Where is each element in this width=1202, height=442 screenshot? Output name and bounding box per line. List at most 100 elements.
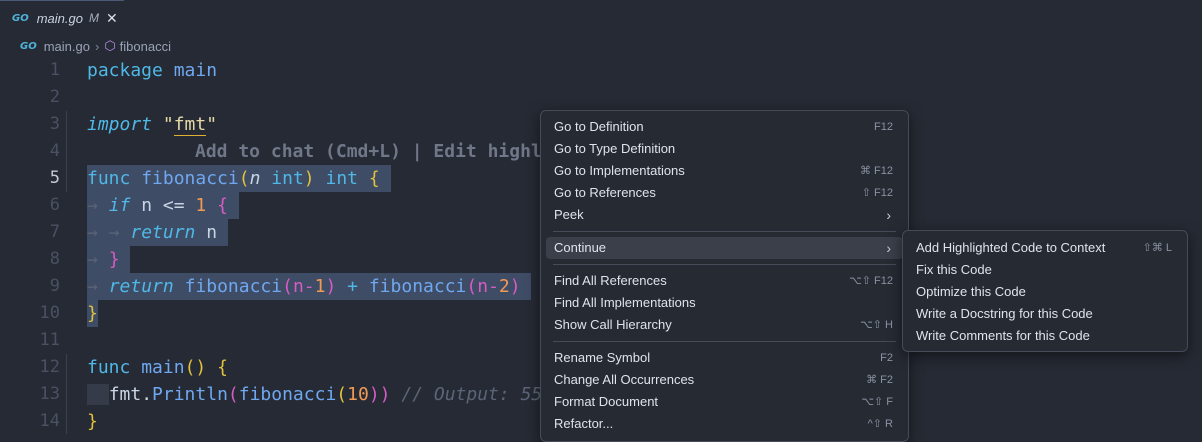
close-icon[interactable]: ✕: [106, 10, 118, 27]
submenu-item-write-comments[interactable]: Write Comments for this Code: [908, 325, 1182, 347]
keyword: import: [87, 114, 153, 135]
return-type: int: [325, 168, 358, 189]
menu-item-go-to-implementations[interactable]: Go to Implementations ⌘ F12: [546, 160, 903, 182]
tab-bar: GO main.go M ✕: [0, 0, 1202, 35]
menu-item-find-all-references[interactable]: Find All References ⌥⇧ F12: [546, 270, 903, 292]
string-quote: ": [206, 114, 218, 135]
line-number: 14: [39, 411, 60, 431]
chevron-right-icon: ›: [94, 38, 100, 54]
string-quote: ": [162, 114, 174, 135]
submenu-item-add-highlighted-code[interactable]: Add Highlighted Code to Context ⇧⌘ L: [908, 237, 1182, 259]
menu-separator: [553, 231, 896, 232]
line-number: 3: [49, 114, 60, 134]
menu-shortcut: ⌘ F12: [859, 165, 893, 177]
menu-item-label: Rename Symbol: [554, 350, 651, 365]
line-number: 10: [39, 303, 60, 323]
number: 2: [498, 276, 510, 297]
breadcrumb-file[interactable]: main.go: [44, 39, 90, 54]
paren: ): [303, 168, 315, 189]
line-number: 6: [49, 195, 60, 215]
submenu-item-fix-code[interactable]: Fix this Code: [908, 259, 1182, 281]
menu-shortcut: ⌥⇧ F12: [849, 275, 893, 287]
menu-item-show-call-hierarchy[interactable]: Show Call Hierarchy ⌥⇧ H: [546, 314, 903, 336]
menu-item-change-all-occurrences[interactable]: Change All Occurrences ⌘ F2: [546, 369, 903, 391]
menu-item-label: Go to References: [554, 185, 656, 200]
keyword: return: [130, 222, 196, 243]
menu-item-peek[interactable]: Peek ›: [546, 204, 903, 226]
menu-item-label: Write Comments for this Code: [916, 328, 1090, 343]
menu-item-format-document[interactable]: Format Document ⌥⇧ F: [546, 391, 903, 413]
brace: }: [87, 303, 98, 324]
paren: (): [184, 357, 207, 378]
keyword: if: [108, 195, 131, 216]
tab-main-go[interactable]: GO main.go M ✕: [0, 0, 124, 35]
line-number: 7: [49, 222, 60, 242]
menu-item-go-to-definition[interactable]: Go to Definition F12: [546, 116, 903, 138]
line-number: 8: [49, 249, 60, 269]
menu-item-label: Fix this Code: [916, 262, 992, 277]
breadcrumb-symbol[interactable]: fibonacci: [120, 39, 171, 54]
type: int: [271, 168, 304, 189]
function-name: main: [141, 357, 185, 378]
menu-item-label: Go to Definition: [554, 119, 644, 134]
brace: {: [217, 357, 228, 378]
menu-item-label: Change All Occurrences: [554, 372, 695, 387]
menu-shortcut: ⌥⇧ F: [861, 396, 893, 408]
menu-item-label: Format Document: [554, 394, 659, 409]
menu-shortcut: ⌘ F2: [866, 374, 893, 386]
symbol-method-icon: ⬡: [104, 38, 116, 53]
line-number: 12: [39, 357, 60, 377]
dot: .: [141, 384, 153, 405]
line-number: 4: [49, 141, 60, 161]
function-call: Println: [152, 384, 228, 405]
paren: (: [336, 384, 348, 405]
function-call: fibonacci: [368, 276, 467, 297]
menu-item-label: Refactor...: [554, 416, 614, 431]
number: 1: [314, 276, 326, 297]
menu-item-label: Show Call Hierarchy: [554, 317, 672, 332]
menu-shortcut: ⇧ F12: [861, 187, 893, 199]
line-number: 9: [49, 276, 60, 296]
menu-item-continue[interactable]: Continue ›: [546, 237, 903, 259]
keyword: func: [87, 357, 131, 378]
tab-arrow-icon: → →: [87, 222, 131, 243]
chevron-right-icon: ›: [886, 207, 891, 223]
submenu-item-optimize-code[interactable]: Optimize this Code: [908, 281, 1182, 303]
menu-item-label: Go to Implementations: [554, 163, 685, 178]
menu-item-find-all-implementations[interactable]: Find All Implementations: [546, 292, 903, 314]
paren: ): [325, 276, 337, 297]
modified-badge: M: [88, 11, 99, 25]
line-number: 11: [39, 330, 60, 350]
inline-hint[interactable]: Add to chat (Cmd+L) | Edit highl: [195, 141, 542, 162]
code-line: 2: [0, 84, 1202, 111]
go-file-icon: GO: [20, 40, 37, 52]
package-ref: fmt: [108, 384, 142, 405]
menu-item-label: Add Highlighted Code to Context: [916, 240, 1106, 255]
args: (n-: [466, 276, 499, 297]
menu-item-refactor[interactable]: Refactor... ^⇧ R: [546, 413, 903, 435]
continue-submenu: Add Highlighted Code to Context ⇧⌘ L Fix …: [902, 230, 1188, 352]
menu-item-go-to-type-definition[interactable]: Go to Type Definition: [546, 138, 903, 160]
paren: )): [368, 384, 391, 405]
keyword: func: [87, 168, 131, 189]
paren: (: [238, 168, 250, 189]
brace: }: [108, 249, 120, 270]
tab-filename: main.go: [36, 10, 83, 26]
number: 1: [195, 195, 207, 216]
code-line: 1 package main: [0, 57, 1202, 84]
submenu-item-write-docstring[interactable]: Write a Docstring for this Code: [908, 303, 1182, 325]
comment: // Output: 55: [401, 384, 543, 405]
operator: +: [347, 276, 358, 297]
brace: {: [368, 168, 380, 189]
brace: }: [87, 411, 98, 432]
menu-item-rename-symbol[interactable]: Rename Symbol F2: [546, 347, 903, 369]
function-call: fibonacci: [238, 384, 337, 405]
menu-item-go-to-references[interactable]: Go to References ⇧ F12: [546, 182, 903, 204]
line-number: 13: [39, 384, 60, 404]
paren: (: [227, 384, 239, 405]
tab-arrow-icon: →: [87, 249, 109, 270]
menu-shortcut: ^⇧ R: [867, 418, 893, 430]
line-number: 1: [49, 60, 60, 80]
paren: ): [509, 276, 521, 297]
menu-item-label: Continue: [554, 240, 607, 255]
